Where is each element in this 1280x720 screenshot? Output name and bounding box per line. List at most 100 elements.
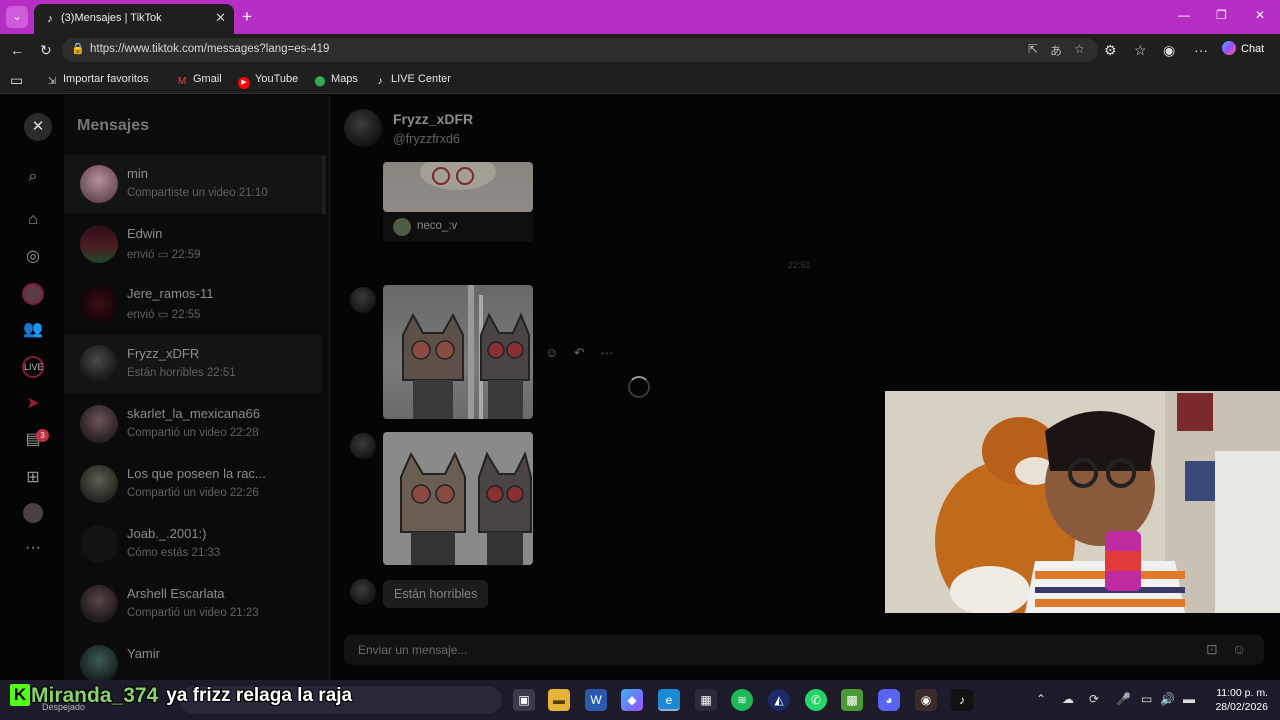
close-icon[interactable]: ✕ xyxy=(215,10,226,26)
chat-overlay-username: Miranda_374 xyxy=(31,684,159,707)
conversation-item[interactable]: Joab._.2001:) Cómo estás 21:33 xyxy=(64,515,322,573)
chat-username[interactable]: Fryzz_xDFR xyxy=(393,111,473,127)
microphone-icon[interactable]: 🎤 xyxy=(1116,692,1131,706)
translate-icon[interactable]: あ xyxy=(1050,42,1062,59)
avatar xyxy=(350,287,376,313)
home-icon[interactable]: ⌂ xyxy=(22,209,44,231)
profile-icon[interactable]: ◉ xyxy=(1163,42,1175,58)
sidebar-toggle-icon[interactable]: ▭ xyxy=(10,72,23,88)
wifi-icon[interactable]: ▭ xyxy=(1141,692,1152,706)
browser-titlebar: ⌄ ♪ (3)Mensajes | TikTok ✕ + — ❐ ✕ xyxy=(0,0,1280,34)
new-tab-button[interactable]: + xyxy=(242,7,252,27)
reload-icon[interactable]: ↻ xyxy=(40,42,52,58)
tab-title: (3)Mensajes | TikTok xyxy=(61,12,162,24)
more-menu-icon[interactable]: ··· xyxy=(1194,42,1208,58)
window-close-icon[interactable]: ✕ xyxy=(1255,8,1265,22)
address-bar[interactable]: 🔒 https://www.tiktok.com/messages?lang=e… xyxy=(62,38,1098,62)
profile-avatar-icon[interactable] xyxy=(22,503,44,525)
bookmark-live-center[interactable]: ♪ LIVE Center xyxy=(374,73,451,88)
shared-video-thumbnail[interactable] xyxy=(383,162,533,212)
bookmark-maps[interactable]: ⬤ Maps xyxy=(314,73,358,88)
app-icon[interactable]: ◭ xyxy=(768,689,790,711)
avatar[interactable] xyxy=(344,109,382,147)
extensions-icon[interactable]: ⚙ xyxy=(1104,42,1117,58)
copilot-chat-button[interactable]: Chat xyxy=(1222,41,1264,59)
following-avatar-icon[interactable] xyxy=(22,283,44,305)
conversation-item[interactable]: Arshell Escarlata Compartió un video 21:… xyxy=(64,575,322,633)
browser-toolbar: ← ↻ 🔒 https://www.tiktok.com/messages?la… xyxy=(0,34,1280,66)
volume-icon[interactable]: 🔊 xyxy=(1160,692,1175,706)
bookmark-import[interactable]: ⇲ Importar favoritos xyxy=(46,73,149,88)
file-explorer-icon[interactable]: ▬ xyxy=(548,689,570,711)
spotify-icon[interactable]: ≋ xyxy=(731,689,753,711)
system-clock[interactable]: 11:00 p. m. 28/02/2026 xyxy=(1208,686,1268,714)
conversation-item[interactable]: min Compartiste un video 21:10 xyxy=(64,155,322,213)
search-icon[interactable]: ⌕ xyxy=(22,166,44,188)
tiktok-icon[interactable]: ♪ xyxy=(951,689,973,711)
tiktok-messages-page: ✕ ⌕ ⌂ ◎ 👥 LIVE ➤ ▤ 3 ⊞ ··· Mensajes min … xyxy=(0,95,1280,683)
discord-icon[interactable]: ◕ xyxy=(878,689,900,711)
friends-icon[interactable]: 👥 xyxy=(22,319,44,341)
cloud-icon[interactable]: ☁ xyxy=(1062,692,1074,706)
close-icon[interactable]: ✕ xyxy=(24,113,52,141)
image-message[interactable] xyxy=(383,285,533,419)
avatar xyxy=(80,405,118,443)
send-icon[interactable]: ➤ xyxy=(22,393,44,415)
conversation-preview: Compartiste un video 21:10 xyxy=(127,187,268,199)
word-icon[interactable]: W xyxy=(585,689,607,711)
favorites-icon[interactable]: ☆ xyxy=(1134,42,1147,58)
image-message[interactable] xyxy=(383,432,533,565)
bookmark-youtube[interactable]: ▶ YouTube xyxy=(238,73,298,89)
conversation-item[interactable]: skarlet_la_mexicana66 Compartió un video… xyxy=(64,395,322,453)
message-input-container: ⊡ ☺ xyxy=(344,635,1264,665)
conversation-preview: Cómo estás 21:33 xyxy=(127,547,221,559)
back-icon[interactable]: ← xyxy=(10,42,24,58)
tab-actions-icon[interactable]: ⌄ xyxy=(6,6,28,28)
upload-icon[interactable]: ⊞ xyxy=(22,467,44,489)
whatsapp-icon[interactable]: ✆ xyxy=(805,689,827,711)
open-in-app-icon[interactable]: ⇱ xyxy=(1028,42,1038,56)
webcam-feed xyxy=(885,391,1280,613)
more-options-icon[interactable]: ··· xyxy=(600,345,613,360)
image-upload-icon[interactable]: ⊡ xyxy=(1206,641,1218,658)
conversation-item-active[interactable]: Fryzz_xDFR Están horribles 22:51 xyxy=(64,335,322,393)
task-view-icon[interactable]: ▣ xyxy=(513,689,535,711)
text-message: Están horribles xyxy=(383,580,489,608)
notification-badge: 3 xyxy=(36,429,49,442)
conversation-preview: Compartió un video 22:26 xyxy=(127,487,259,499)
reply-icon[interactable]: ↶ xyxy=(574,345,585,360)
shared-username: neco_:v xyxy=(417,220,458,232)
copilot-app-icon[interactable]: ◆ xyxy=(621,689,643,711)
avatar xyxy=(80,225,118,263)
lock-icon: 🔒 xyxy=(71,43,85,55)
chevron-up-icon[interactable]: ⌃ xyxy=(1036,692,1046,706)
bookmark-gmail[interactable]: M Gmail xyxy=(176,73,222,88)
conversation-item[interactable]: Jere_ramos-11 envió ▭ 22:55 xyxy=(64,275,322,333)
more-icon[interactable]: ··· xyxy=(22,537,44,559)
minimize-icon[interactable]: — xyxy=(1178,8,1190,22)
live-icon[interactable]: LIVE xyxy=(22,355,44,378)
message-input[interactable] xyxy=(358,642,1178,658)
conversation-item[interactable]: Edwin envió ▭ 22:59 xyxy=(64,215,322,273)
battery-icon[interactable]: ▬ xyxy=(1183,692,1195,706)
emoji-icon[interactable]: ☺ xyxy=(1232,641,1246,657)
maximize-icon[interactable]: ❐ xyxy=(1216,8,1227,22)
shared-video-author[interactable]: neco_:v xyxy=(383,212,533,242)
clock-time: 11:00 p. m. xyxy=(1216,687,1268,699)
edge-icon[interactable]: e xyxy=(658,689,680,711)
browser-tab[interactable]: ♪ (3)Mensajes | TikTok ✕ xyxy=(34,4,234,34)
avatar xyxy=(80,585,118,623)
gmail-icon: M xyxy=(177,76,187,87)
explore-icon[interactable]: ◎ xyxy=(22,246,44,268)
react-emoji-icon[interactable]: ☺ xyxy=(545,345,558,360)
conversation-item[interactable]: Los que poseen la rac... Compartió un vi… xyxy=(64,455,322,513)
avatar xyxy=(80,525,118,563)
favorite-star-icon[interactable]: ☆ xyxy=(1074,42,1085,56)
webcam-overlay xyxy=(885,391,1280,613)
sync-icon[interactable]: ⟳ xyxy=(1089,692,1099,706)
conversation-name: Yamir xyxy=(127,646,160,661)
scrollbar[interactable] xyxy=(322,155,326,215)
minecraft-icon[interactable]: ▩ xyxy=(841,689,863,711)
store-icon[interactable]: ▦ xyxy=(695,689,717,711)
game-app-icon[interactable]: ◉ xyxy=(915,689,937,711)
